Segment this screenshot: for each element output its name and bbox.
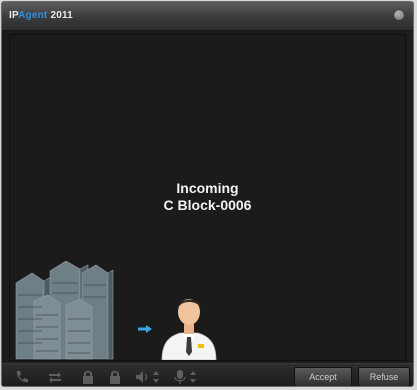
call-info: Incoming C Block-0006 — [10, 180, 405, 214]
accept-button[interactable]: Accept — [294, 367, 352, 386]
refuse-button[interactable]: Refuse — [358, 367, 410, 386]
volume-stepper-icon[interactable] — [152, 369, 160, 385]
call-stage: Incoming C Block-0006 — [9, 34, 406, 361]
title-accent: Agent — [18, 10, 48, 21]
ip-agent-window: IPAgent 2011 Incoming C Block-0006 Accep… — [1, 1, 414, 387]
speaker-icon[interactable] — [135, 369, 151, 385]
mic-level-stepper-icon[interactable] — [189, 369, 197, 385]
close-button[interactable] — [393, 9, 405, 21]
call-toolbar: Accept Refuse — [2, 363, 413, 386]
microphone-icon[interactable] — [172, 369, 188, 385]
arrow-right-icon — [138, 325, 152, 333]
phone-icon[interactable] — [14, 369, 30, 385]
lock-icon[interactable] — [107, 369, 123, 385]
title-bar[interactable]: IPAgent 2011 — [2, 2, 413, 31]
lock-icon[interactable] — [80, 369, 96, 385]
title-prefix: IP — [9, 10, 19, 21]
caller-name: C Block-0006 — [163, 197, 252, 213]
person-avatar-icon — [161, 299, 217, 360]
office-buildings-icon — [15, 261, 114, 360]
transfer-icon[interactable] — [47, 369, 63, 385]
title-suffix: 2011 — [50, 10, 73, 21]
window-title: IPAgent 2011 — [9, 10, 73, 21]
call-status: Incoming — [176, 180, 239, 196]
